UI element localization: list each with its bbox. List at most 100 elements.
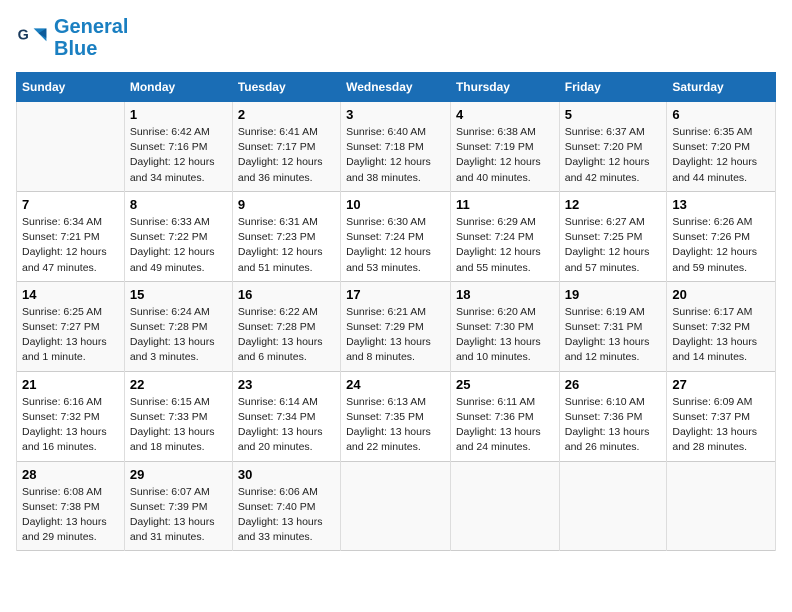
calendar-cell: 12 Sunrise: 6:27 AMSunset: 7:25 PMDayligh… xyxy=(559,191,667,281)
day-info: Sunrise: 6:42 AMSunset: 7:16 PMDaylight:… xyxy=(130,125,227,186)
day-number: 4 xyxy=(456,107,554,122)
day-info: Sunrise: 6:13 AMSunset: 7:35 PMDaylight:… xyxy=(346,395,445,456)
week-row-5: 28Sunrise: 6:08 AMSunset: 7:38 PMDayligh… xyxy=(17,461,776,551)
day-number: 19 xyxy=(565,287,662,302)
day-info: Sunrise: 6:25 AMSunset: 7:27 PMDaylight:… xyxy=(22,305,119,366)
day-number: 28 xyxy=(22,467,119,482)
header-tuesday: Tuesday xyxy=(232,73,340,102)
week-row-1: 1 Sunrise: 6:42 AMSunset: 7:16 PMDaylight… xyxy=(17,102,776,192)
day-info: Sunrise: 6:38 AMSunset: 7:19 PMDaylight:… xyxy=(456,125,554,186)
day-info: Sunrise: 6:24 AMSunset: 7:28 PMDaylight:… xyxy=(130,305,227,366)
calendar-cell: 25 Sunrise: 6:11 AMSunset: 7:36 PMDayligh… xyxy=(450,371,559,461)
header-friday: Friday xyxy=(559,73,667,102)
day-number: 14 xyxy=(22,287,119,302)
day-info: Sunrise: 6:10 AMSunset: 7:36 PMDaylight:… xyxy=(565,395,662,456)
calendar-cell: 4 Sunrise: 6:38 AMSunset: 7:19 PMDaylight… xyxy=(450,102,559,192)
day-info: Sunrise: 6:09 AMSunset: 7:37 PMDaylight:… xyxy=(672,395,770,456)
day-info: Sunrise: 6:11 AMSunset: 7:36 PMDaylight:… xyxy=(456,395,554,456)
calendar-table: SundayMondayTuesdayWednesdayThursdayFrid… xyxy=(16,72,776,551)
calendar-cell: 1 Sunrise: 6:42 AMSunset: 7:16 PMDaylight… xyxy=(124,102,232,192)
calendar-cell: 11Sunrise: 6:29 AMSunset: 7:24 PMDayligh… xyxy=(450,191,559,281)
calendar-cell: 15Sunrise: 6:24 AMSunset: 7:28 PMDayligh… xyxy=(124,281,232,371)
calendar-cell: 26 Sunrise: 6:10 AMSunset: 7:36 PMDayligh… xyxy=(559,371,667,461)
day-info: Sunrise: 6:07 AMSunset: 7:39 PMDaylight:… xyxy=(130,485,227,546)
day-info: Sunrise: 6:41 AMSunset: 7:17 PMDaylight:… xyxy=(238,125,335,186)
day-info: Sunrise: 6:22 AMSunset: 7:28 PMDaylight:… xyxy=(238,305,335,366)
calendar-cell: 8Sunrise: 6:33 AMSunset: 7:22 PMDaylight… xyxy=(124,191,232,281)
calendar-cell: 3 Sunrise: 6:40 AMSunset: 7:18 PMDaylight… xyxy=(341,102,451,192)
day-number: 26 xyxy=(565,377,662,392)
day-number: 16 xyxy=(238,287,335,302)
day-info: Sunrise: 6:17 AMSunset: 7:32 PMDaylight:… xyxy=(672,305,770,366)
day-number: 6 xyxy=(672,107,770,122)
calendar-cell: 17 Sunrise: 6:21 AMSunset: 7:29 PMDayligh… xyxy=(341,281,451,371)
calendar-cell: 7 Sunrise: 6:34 AMSunset: 7:21 PMDaylight… xyxy=(17,191,125,281)
week-row-2: 7 Sunrise: 6:34 AMSunset: 7:21 PMDaylight… xyxy=(17,191,776,281)
day-info: Sunrise: 6:30 AMSunset: 7:24 PMDaylight:… xyxy=(346,215,445,276)
day-number: 21 xyxy=(22,377,119,392)
calendar-cell: 27 Sunrise: 6:09 AMSunset: 7:37 PMDayligh… xyxy=(667,371,776,461)
header-wednesday: Wednesday xyxy=(341,73,451,102)
day-number: 30 xyxy=(238,467,335,482)
day-info: Sunrise: 6:26 AMSunset: 7:26 PMDaylight:… xyxy=(672,215,770,276)
day-info: Sunrise: 6:35 AMSunset: 7:20 PMDaylight:… xyxy=(672,125,770,186)
calendar-cell: 28Sunrise: 6:08 AMSunset: 7:38 PMDayligh… xyxy=(17,461,125,551)
calendar-cell xyxy=(450,461,559,551)
calendar-cell: 6 Sunrise: 6:35 AMSunset: 7:20 PMDaylight… xyxy=(667,102,776,192)
page-header: G General Blue xyxy=(16,16,776,60)
calendar-cell: 18 Sunrise: 6:20 AMSunset: 7:30 PMDayligh… xyxy=(450,281,559,371)
day-info: Sunrise: 6:29 AMSunset: 7:24 PMDaylight:… xyxy=(456,215,554,276)
calendar-cell: 23 Sunrise: 6:14 AMSunset: 7:34 PMDayligh… xyxy=(232,371,340,461)
day-number: 29 xyxy=(130,467,227,482)
calendar-cell xyxy=(667,461,776,551)
day-info: Sunrise: 6:27 AMSunset: 7:25 PMDaylight:… xyxy=(565,215,662,276)
header-saturday: Saturday xyxy=(667,73,776,102)
day-number: 7 xyxy=(22,197,119,212)
day-number: 10 xyxy=(346,197,445,212)
calendar-cell xyxy=(17,102,125,192)
day-info: Sunrise: 6:14 AMSunset: 7:34 PMDaylight:… xyxy=(238,395,335,456)
calendar-cell: 2Sunrise: 6:41 AMSunset: 7:17 PMDaylight… xyxy=(232,102,340,192)
day-info: Sunrise: 6:37 AMSunset: 7:20 PMDaylight:… xyxy=(565,125,662,186)
day-number: 27 xyxy=(672,377,770,392)
day-info: Sunrise: 6:34 AMSunset: 7:21 PMDaylight:… xyxy=(22,215,119,276)
calendar-cell: 19Sunrise: 6:19 AMSunset: 7:31 PMDayligh… xyxy=(559,281,667,371)
svg-text:G: G xyxy=(18,28,29,44)
day-info: Sunrise: 6:20 AMSunset: 7:30 PMDaylight:… xyxy=(456,305,554,366)
day-number: 17 xyxy=(346,287,445,302)
calendar-cell: 20Sunrise: 6:17 AMSunset: 7:32 PMDayligh… xyxy=(667,281,776,371)
week-row-4: 21 Sunrise: 6:16 AMSunset: 7:32 PMDayligh… xyxy=(17,371,776,461)
day-number: 24 xyxy=(346,377,445,392)
calendar-cell: 21 Sunrise: 6:16 AMSunset: 7:32 PMDayligh… xyxy=(17,371,125,461)
day-number: 3 xyxy=(346,107,445,122)
day-info: Sunrise: 6:33 AMSunset: 7:22 PMDaylight:… xyxy=(130,215,227,276)
calendar-cell: 10 Sunrise: 6:30 AMSunset: 7:24 PMDayligh… xyxy=(341,191,451,281)
calendar-header-row: SundayMondayTuesdayWednesdayThursdayFrid… xyxy=(17,73,776,102)
calendar-cell: 13 Sunrise: 6:26 AMSunset: 7:26 PMDayligh… xyxy=(667,191,776,281)
day-info: Sunrise: 6:06 AMSunset: 7:40 PMDaylight:… xyxy=(238,485,335,546)
calendar-cell: 5 Sunrise: 6:37 AMSunset: 7:20 PMDaylight… xyxy=(559,102,667,192)
calendar-cell: 9Sunrise: 6:31 AMSunset: 7:23 PMDaylight… xyxy=(232,191,340,281)
day-info: Sunrise: 6:40 AMSunset: 7:18 PMDaylight:… xyxy=(346,125,445,186)
day-number: 13 xyxy=(672,197,770,212)
day-number: 5 xyxy=(565,107,662,122)
day-info: Sunrise: 6:16 AMSunset: 7:32 PMDaylight:… xyxy=(22,395,119,456)
calendar-cell xyxy=(341,461,451,551)
calendar-cell: 22Sunrise: 6:15 AMSunset: 7:33 PMDayligh… xyxy=(124,371,232,461)
logo: G General Blue xyxy=(16,16,128,60)
header-monday: Monday xyxy=(124,73,232,102)
header-thursday: Thursday xyxy=(450,73,559,102)
day-number: 18 xyxy=(456,287,554,302)
calendar-cell xyxy=(559,461,667,551)
day-info: Sunrise: 6:31 AMSunset: 7:23 PMDaylight:… xyxy=(238,215,335,276)
week-row-3: 14 Sunrise: 6:25 AMSunset: 7:27 PMDayligh… xyxy=(17,281,776,371)
day-number: 12 xyxy=(565,197,662,212)
day-number: 23 xyxy=(238,377,335,392)
day-info: Sunrise: 6:21 AMSunset: 7:29 PMDaylight:… xyxy=(346,305,445,366)
day-number: 1 xyxy=(130,107,227,122)
calendar-cell: 24 Sunrise: 6:13 AMSunset: 7:35 PMDayligh… xyxy=(341,371,451,461)
day-number: 22 xyxy=(130,377,227,392)
day-number: 25 xyxy=(456,377,554,392)
logo-text: General Blue xyxy=(54,16,128,60)
logo-icon: G xyxy=(16,22,48,54)
